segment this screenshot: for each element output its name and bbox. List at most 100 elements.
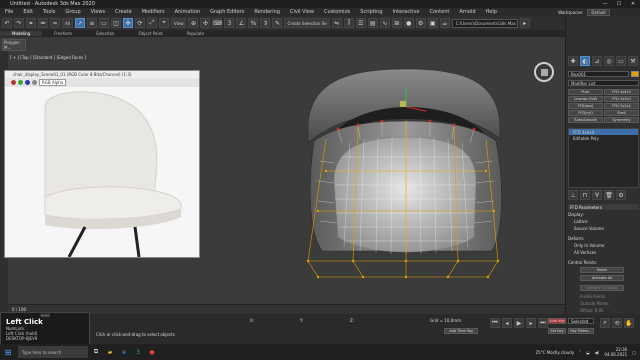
orbit-icon[interactable]: ⟲ — [612, 318, 622, 328]
close-button[interactable]: ✕ — [626, 1, 640, 7]
menu-edit[interactable]: Edit — [18, 9, 38, 15]
hierarchy-tab-icon[interactable]: ⊿ — [592, 56, 602, 66]
toggle-ribbon-icon[interactable]: ▤ — [367, 18, 378, 28]
display-tab-icon[interactable]: ▭ — [616, 56, 626, 66]
create-tab-icon[interactable]: ✚ — [568, 56, 578, 66]
menu-graph-editors[interactable]: Graph Editors — [205, 9, 249, 15]
remove-modifier-icon[interactable]: 🗑 — [604, 190, 614, 200]
green-channel-icon[interactable] — [18, 80, 23, 85]
unlink-icon[interactable]: ⚮ — [38, 18, 48, 28]
menu-civil-view[interactable]: Civil View — [285, 9, 319, 15]
redo-icon[interactable]: ↷ — [14, 18, 24, 28]
reset-button[interactable]: Reset — [580, 267, 624, 273]
ffd-4x4x4-button[interactable]: FFD 4x4x4 — [604, 89, 639, 95]
symmetry-button[interactable]: Symmetry — [604, 117, 639, 123]
lattice-checkbox[interactable]: Lattice — [568, 219, 639, 224]
viewport-label[interactable]: [ + ] [Top ] [Standard ] [Edged Faces ] — [10, 55, 86, 60]
channel-dropdown[interactable]: RGB Alpha — [39, 79, 67, 86]
go-to-start-icon[interactable]: ⏮ — [490, 318, 500, 328]
bind-space-warp-icon[interactable]: ≈ — [50, 18, 60, 28]
all-vertices-radio[interactable]: All Vertices — [568, 250, 639, 255]
viewcube[interactable] — [534, 62, 554, 82]
project-path-field[interactable]: C:\Users\\Documents\3ds Max 2020 — [451, 18, 518, 28]
unwrap-uvw-button[interactable]: Unwrap UVW — [568, 96, 603, 102]
key-filters-button[interactable]: Key Filters... — [568, 328, 594, 334]
render-production-icon[interactable]: ☕ — [439, 18, 450, 28]
previous-frame-icon[interactable]: ◂ — [502, 318, 512, 328]
placement-icon[interactable]: ⌖ — [158, 18, 169, 28]
menu-rendering[interactable]: Rendering — [249, 9, 285, 15]
windows-start-icon[interactable]: ⊞ — [0, 348, 16, 357]
volume-icon[interactable]: ◀) — [595, 350, 600, 355]
turbosmooth-button[interactable]: TurboSmooth — [568, 117, 603, 123]
network-icon[interactable]: ◒ — [586, 350, 590, 355]
motion-tab-icon[interactable]: ◎ — [604, 56, 614, 66]
zoom-icon[interactable]: ⌕ — [600, 318, 610, 328]
rotate-icon[interactable]: ⟳ — [134, 18, 145, 28]
menu-arnold[interactable]: Arnold — [454, 9, 480, 15]
mirror-icon[interactable]: ⇋ — [331, 18, 342, 28]
set-key-button[interactable]: Set Key — [548, 328, 566, 334]
undo-icon[interactable]: ↶ — [2, 18, 12, 28]
file-explorer-icon[interactable]: ▰ — [104, 347, 116, 357]
edge-icon[interactable]: e — [118, 347, 130, 357]
push-button[interactable]: Push — [568, 89, 603, 95]
link-icon[interactable]: ⚭ — [26, 18, 36, 28]
reference-coordinate-dropdown[interactable]: View — [170, 18, 187, 28]
reference-image-window[interactable]: chair_display_Scene01_01 (RGB Color 8 Bi… — [4, 70, 200, 258]
outside-points-checkbox[interactable]: Outside Points — [568, 301, 639, 306]
blue-channel-icon[interactable] — [25, 80, 30, 85]
conform-to-shape-button[interactable]: Conform to Shape — [580, 285, 624, 291]
move-icon[interactable]: ✥ — [122, 18, 133, 28]
selection-filter-dropdown[interactable]: All — [62, 18, 73, 28]
project-folder-icon[interactable]: ▸ — [519, 18, 530, 28]
utilities-tab-icon[interactable]: ⚒ — [628, 56, 638, 66]
menu-animation[interactable]: Animation — [170, 9, 206, 15]
menu-file[interactable]: File — [0, 9, 18, 15]
configure-sets-icon[interactable]: ⚙ — [616, 190, 626, 200]
align-icon[interactable]: ⫿ — [343, 18, 354, 28]
select-by-name-icon[interactable]: ≡ — [86, 18, 97, 28]
inside-points-checkbox[interactable]: Inside Points — [568, 294, 639, 299]
menu-content[interactable]: Content — [424, 9, 454, 15]
maximize-button[interactable]: ☐ — [612, 1, 626, 7]
object-color-swatch[interactable] — [631, 71, 639, 77]
selected-dropdown[interactable]: Selected — [568, 318, 594, 324]
tab-freeform[interactable]: Freeform — [42, 31, 84, 36]
weather-widget[interactable]: 25°C Mostly cloudy — [536, 350, 575, 355]
menu-create[interactable]: Create — [110, 9, 137, 15]
animate-all-button[interactable]: Animate All — [580, 275, 624, 281]
tab-object-paint[interactable]: Object Paint — [126, 31, 174, 36]
add-time-tag-button[interactable]: Add Time Tag — [444, 328, 478, 334]
edit-named-selection-icon[interactable]: ✎ — [272, 18, 283, 28]
only-in-volume-radio[interactable]: Only In Volume — [568, 243, 639, 248]
tab-populate[interactable]: Populate — [175, 31, 216, 36]
3ds-max-icon[interactable]: 3 — [132, 347, 144, 357]
select-manipulate-icon[interactable]: ✣ — [200, 18, 211, 28]
menu-scripting[interactable]: Scripting — [355, 9, 387, 15]
curve-editor-icon[interactable]: ∿ — [379, 18, 390, 28]
ffd-3x3x3-button[interactable]: FFD 3x3x3 — [604, 96, 639, 102]
ffd-box-button[interactable]: FFD(box) — [568, 103, 603, 109]
keyboard-shortcut-icon[interactable]: ⌨ — [212, 18, 223, 28]
menu-views[interactable]: Views — [86, 9, 110, 15]
app-icon[interactable]: ● — [146, 347, 158, 357]
timeline[interactable]: 0 / 100 — [8, 304, 565, 314]
ffd-cyl-button[interactable]: FFD(cyl) — [568, 110, 603, 116]
tray-chevron-icon[interactable]: ˄ — [579, 350, 581, 355]
play-icon[interactable]: ▶ — [514, 318, 524, 328]
next-frame-icon[interactable]: ▸ — [526, 318, 536, 328]
taskbar-clock[interactable]: 22:30 04.06.2021 — [604, 347, 627, 357]
polygon-modeling-button[interactable]: Polygon M... — [2, 39, 26, 51]
minimize-button[interactable]: — — [598, 1, 612, 7]
menu-modifiers[interactable]: Modifiers — [137, 9, 170, 15]
pivot-center-icon[interactable]: ⊕ — [188, 18, 199, 28]
rendered-frame-icon[interactable]: ▣ — [427, 18, 438, 28]
scale-icon[interactable]: ⤢ — [146, 18, 157, 28]
render-setup-icon[interactable]: ⚙ — [415, 18, 426, 28]
tab-selection[interactable]: Selection — [84, 31, 126, 36]
ffd-parameters-header[interactable]: FFD Parameters — [568, 204, 639, 210]
go-to-end-icon[interactable]: ⏭ — [538, 318, 548, 328]
notifications-icon[interactable]: ▢ — [632, 350, 636, 355]
spinner-snap-icon[interactable]: ⇕ — [260, 18, 271, 28]
